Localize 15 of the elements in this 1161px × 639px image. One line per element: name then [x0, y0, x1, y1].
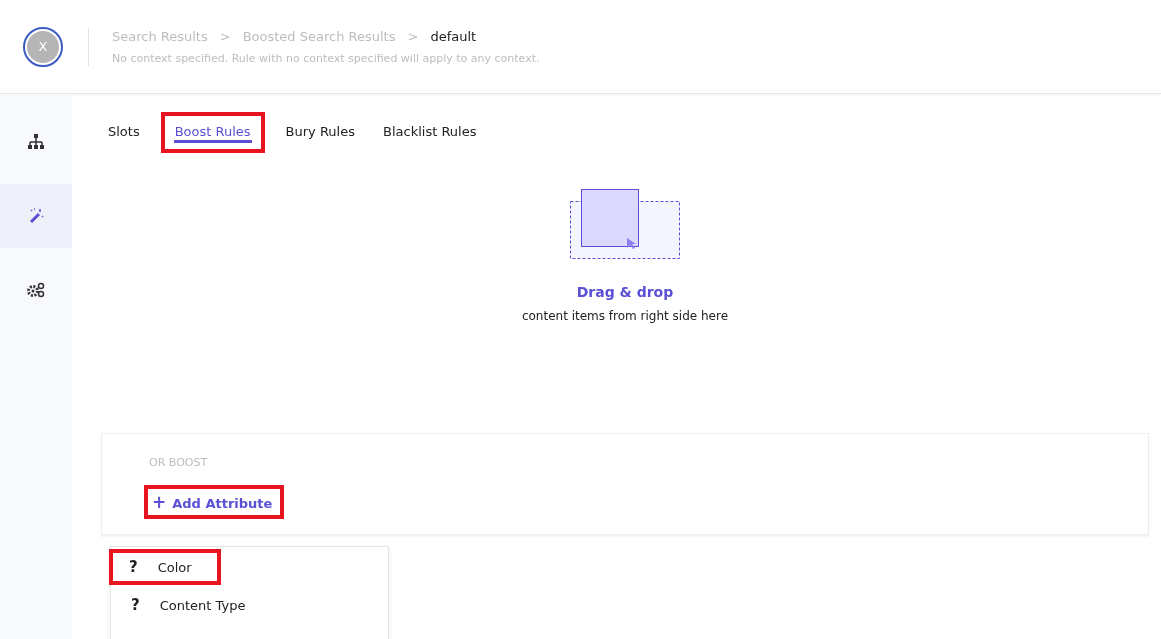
- tab[interactable]: Slots: [101, 112, 147, 153]
- gears-icon: [27, 282, 45, 298]
- hierarchy-icon: [27, 134, 45, 150]
- menu-item[interactable]: ? Content Type: [111, 587, 262, 623]
- menu-item[interactable]: ? Color: [109, 549, 221, 585]
- magic-wand-icon: [28, 208, 44, 224]
- breadcrumb-current: default: [430, 28, 477, 44]
- drop-title: Drag & drop: [576, 284, 674, 300]
- section-label: OR BOOST: [149, 456, 208, 469]
- tab[interactable]: Bury Rules: [278, 112, 362, 153]
- add-attribute-button[interactable]: + Add Attribute: [144, 485, 285, 519]
- context-note: No context specified. Rule with no context specified will apply to any context.: [112, 51, 540, 65]
- tab[interactable]: Boost Rules: [160, 112, 265, 153]
- tab[interactable]: Blacklist Rules: [376, 112, 484, 153]
- drop-hint: content items from right side here: [521, 309, 729, 323]
